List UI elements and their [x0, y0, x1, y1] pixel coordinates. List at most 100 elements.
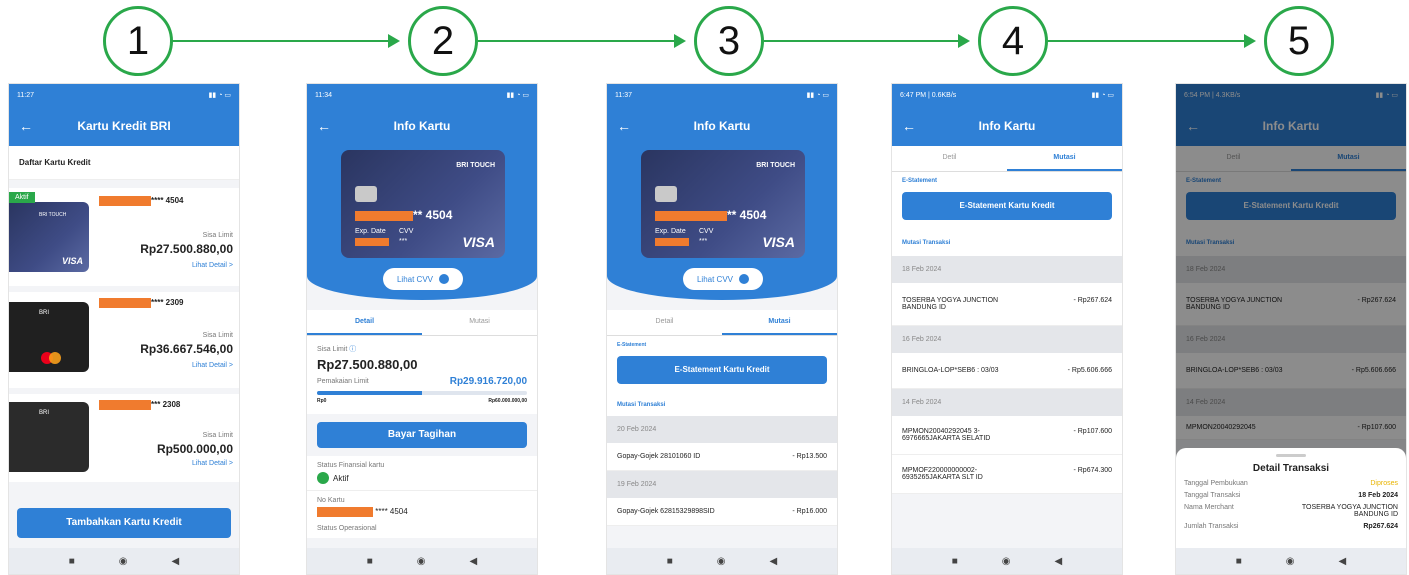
cvv-mask: *** — [699, 238, 708, 245]
credit-card-item[interactable]: Aktif BRI TOUCH VISA **** 4504 Sisa Limi… — [9, 188, 239, 286]
usage-progress-fill — [317, 391, 422, 395]
detail-link[interactable]: Lihat Detail > — [192, 262, 233, 269]
credit-card-item[interactable]: BRI **** 2309 Sisa Limit Rp36.667.546,00… — [9, 292, 239, 388]
card-brand-label: BRI TOUCH — [756, 162, 795, 169]
home-icon[interactable]: ◉ — [1286, 556, 1295, 567]
home-icon[interactable]: ◉ — [417, 556, 426, 567]
phone-screen-3: 11:37 ▮▮ ◔ ▭ ← Info Kartu BRI TOUCH ** 450… — [606, 83, 838, 575]
transaction-desc: Gopay-Gojek 62815329898SID — [617, 508, 715, 515]
mutasi-label: Mutasi Transaksi — [892, 230, 1122, 256]
info-icon[interactable]: ⓘ — [349, 346, 356, 353]
estatement-button[interactable]: E-Statement Kartu Kredit — [902, 192, 1112, 220]
add-card-button[interactable]: Tambahkan Kartu Kredit — [17, 508, 231, 538]
back-icon[interactable]: ◀ — [470, 556, 478, 567]
recent-apps-icon[interactable]: ■ — [1236, 556, 1242, 567]
section-title: Daftar Kartu Kredit — [9, 146, 239, 180]
back-arrow-icon[interactable]: ← — [617, 118, 637, 134]
field-label: Jumlah Transaksi — [1184, 523, 1239, 530]
tab-detail[interactable]: Detail — [307, 310, 422, 335]
tab-mutasi[interactable]: Mutasi — [722, 310, 837, 335]
tab-mutasi[interactable]: Mutasi — [1007, 146, 1122, 171]
field-label: Tanggal Transaksi — [1184, 492, 1241, 499]
back-icon[interactable]: ◀ — [172, 556, 180, 567]
phone-screen-2: 11:34 ▮▮ ◔ ▭ ← Info Kartu BRI TOUCH ** 450… — [306, 83, 538, 575]
field-value: 18 Feb 2024 — [1358, 492, 1398, 499]
tab-detail[interactable]: Detil — [892, 146, 1007, 171]
show-cvv-button[interactable]: Lihat CVV — [683, 268, 763, 290]
estatement-button[interactable]: E-Statement Kartu Kredit — [617, 356, 827, 384]
exp-label: Exp. Date — [355, 228, 386, 235]
back-arrow-icon[interactable]: ← — [317, 118, 337, 134]
detail-link[interactable]: Lihat Detail > — [192, 362, 233, 369]
detail-field: Jumlah Transaksi Rp267.624 — [1184, 523, 1398, 530]
status-icons: ▮▮ ◔ ▭ — [1091, 92, 1114, 99]
card-thumbnail: BRI — [9, 302, 89, 372]
status-bar: 11:37 ▮▮ ◔ ▭ — [607, 84, 837, 106]
transaction-row[interactable]: MPMOF220000000002- 6935265JAKARTA SLT ID… — [892, 455, 1122, 494]
tab-bar: Detil Mutasi — [892, 146, 1122, 172]
transaction-row[interactable]: BRINGLOA-LOP*SEB6 : 03/03 - Rp5.606.666 — [892, 353, 1122, 389]
detail-field: Nama Merchant TOSERBA YOGYA JUNCTION BAND… — [1184, 504, 1398, 518]
back-arrow-icon[interactable]: ← — [902, 118, 922, 134]
transaction-row[interactable]: Gopay-Gojek 28101060 ID - Rp13.500 — [607, 443, 837, 471]
recent-apps-icon[interactable]: ■ — [69, 556, 75, 567]
card-number-row: ** 4504 — [655, 208, 766, 222]
recent-apps-icon[interactable]: ■ — [367, 556, 373, 567]
home-icon[interactable]: ◉ — [119, 556, 128, 567]
card-number-row: **** 2309 — [99, 298, 183, 308]
credit-card-image: BRI TOUCH ** 4504 Exp. Date CVV *** VISA — [641, 150, 805, 258]
exp-highlight — [655, 238, 689, 246]
recent-apps-icon[interactable]: ■ — [952, 556, 958, 567]
back-arrow-icon[interactable]: ← — [19, 118, 39, 134]
card-number-row: *** 2308 — [99, 400, 180, 410]
card-brand-label: BRI — [39, 410, 50, 416]
transaction-desc: MPMON20040292045 3-6976665JAKARTA SELATI… — [902, 428, 991, 442]
home-icon[interactable]: ◉ — [717, 556, 726, 567]
show-cvv-button[interactable]: Lihat CVV — [383, 268, 463, 290]
usage-row: Pemakaian Limit Rp29.916.720,00 — [317, 376, 527, 387]
transaction-detail-sheet: Detail Transaksi Tanggal Pembukuan Dipros… — [1176, 448, 1406, 548]
usage-range: Rp0 Rp60.000.000,00 — [317, 398, 527, 404]
back-icon[interactable]: ◀ — [1055, 556, 1063, 567]
cvv-label: CVV — [399, 228, 414, 235]
card-network-label: VISA — [762, 234, 795, 250]
transaction-row[interactable]: TOSERBA YOGYA JUNCTION BANDUNG ID - Rp267… — [892, 283, 1122, 326]
transaction-date: 16 Feb 2024 — [892, 326, 1122, 353]
step-connector — [764, 34, 970, 48]
step-marker-4: 4 — [978, 6, 1048, 76]
app-bar: ← Info Kartu — [607, 106, 837, 146]
field-label: Tanggal Pembukuan — [1184, 480, 1248, 487]
mutasi-label: Mutasi Transaksi — [607, 394, 837, 416]
sheet-handle[interactable] — [1276, 454, 1306, 457]
credit-card-item[interactable]: BRI *** 2308 Sisa Limit Rp500.000,00 Lih… — [9, 394, 239, 482]
status-value: Aktif — [333, 473, 349, 483]
page-title: Info Kartu — [393, 119, 451, 133]
transaction-amount: - Rp107.600 — [1073, 428, 1112, 435]
tab-mutasi[interactable]: Mutasi — [422, 310, 537, 335]
transaction-amount: - Rp267.624 — [1073, 297, 1112, 304]
field-label: Nama Merchant — [1184, 504, 1234, 511]
limit-label: Sisa Limit — [202, 332, 233, 339]
pay-bill-button[interactable]: Bayar Tagihan — [317, 422, 527, 448]
limit-label: Sisa Limit — [202, 432, 233, 439]
mastercard-icon — [41, 352, 63, 364]
back-icon[interactable]: ◀ — [770, 556, 778, 567]
recent-apps-icon[interactable]: ■ — [667, 556, 673, 567]
tab-detail[interactable]: Detail — [607, 310, 722, 335]
phone-screen-1: 11:27 ▮▮ ◔ ▭ ← Kartu Kredit BRI Daftar Kar… — [8, 83, 240, 575]
transaction-row[interactable]: Gopay-Gojek 62815329898SID - Rp16.000 — [607, 498, 837, 526]
transaction-desc: MPMOF220000000002- 6935265JAKARTA SLT ID — [902, 467, 983, 481]
card-number-section: No Kartu **** 4504 Status Operasional — [307, 491, 537, 538]
detail-link[interactable]: Lihat Detail > — [192, 460, 233, 467]
estatement-label: E-Statement — [902, 178, 938, 184]
show-cvv-label: Lihat CVV — [696, 274, 734, 284]
home-icon[interactable]: ◉ — [1002, 556, 1011, 567]
transaction-row[interactable]: MPMON20040292045 3-6976665JAKARTA SELATI… — [892, 416, 1122, 455]
status-time: 11:37 — [615, 91, 632, 99]
status-label: Status Finansial kartu — [317, 462, 385, 469]
tab-bar: Detail Mutasi — [607, 310, 837, 336]
card-brand-label: BRI TOUCH — [456, 162, 495, 169]
back-icon[interactable]: ◀ — [1339, 556, 1347, 567]
tab-bar: Detail Mutasi — [307, 310, 537, 336]
sheet-title: Detail Transaksi — [1252, 463, 1330, 474]
